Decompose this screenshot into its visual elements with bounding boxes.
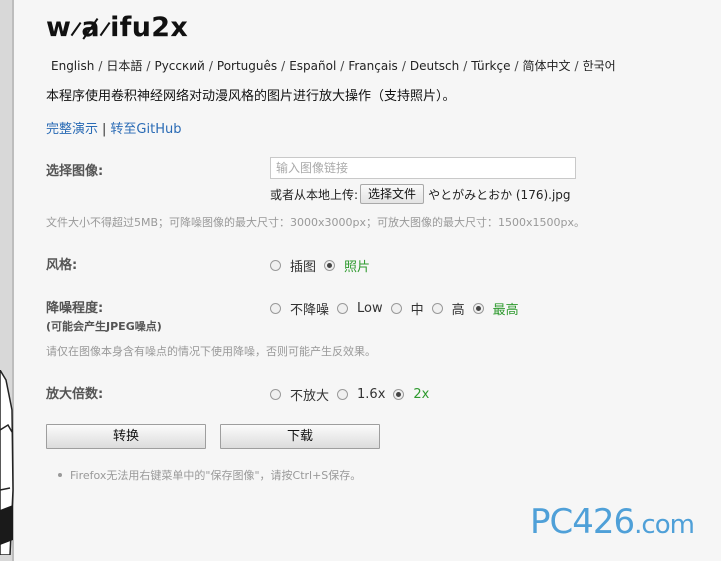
- lang-separator: /: [146, 59, 151, 73]
- noise-option-none[interactable]: 不降噪: [270, 299, 329, 318]
- scale-label: 放大倍数:: [46, 387, 104, 402]
- local-upload-row: 或者从本地上传: 选择文件 やとがみとおか (176).jpg: [270, 184, 571, 204]
- lang-spanish[interactable]: Español: [289, 59, 336, 73]
- lang-separator: /: [401, 59, 406, 73]
- lang-separator: /: [340, 59, 345, 73]
- lang-french[interactable]: Français: [348, 59, 397, 73]
- style-option-photo[interactable]: 照片: [324, 256, 370, 275]
- noise-option-label: 最高: [492, 303, 519, 318]
- noise-option-medium[interactable]: 中: [390, 299, 424, 318]
- radio-scale-1-6x[interactable]: [337, 389, 349, 400]
- noise-options: 不降噪 Low 中 高 最高: [270, 299, 527, 318]
- main-page: w/a/ifu2x English/日本語/Русский/Português/…: [14, 0, 721, 561]
- radio-scale-2x[interactable]: [393, 389, 405, 400]
- noise-option-label: 高: [451, 303, 465, 318]
- scale-options: 不放大 1.6x 2x: [270, 385, 437, 404]
- noise-option-label: 不降噪: [290, 303, 330, 318]
- scale-option-2x[interactable]: 2x: [393, 387, 429, 402]
- github-link[interactable]: 转至GitHub: [110, 122, 181, 137]
- logo-slash-2: /: [100, 12, 110, 43]
- upload-label: 或者从本地上传:: [270, 187, 359, 202]
- lang-russian[interactable]: Русский: [154, 59, 204, 73]
- radio-noise-medium[interactable]: [390, 303, 402, 314]
- image-url-input[interactable]: [270, 157, 576, 179]
- scale-option-1-6x[interactable]: 1.6x: [337, 387, 385, 402]
- style-option-illustration[interactable]: 插图: [270, 256, 316, 275]
- radio-noise-high[interactable]: [431, 303, 443, 314]
- lang-separator: /: [514, 59, 519, 73]
- style-options: 插图 照片: [270, 256, 378, 275]
- scale-option-label: 不放大: [290, 389, 330, 404]
- bullet-icon: [58, 473, 62, 477]
- language-selector: English / 日本語 / Русский / Português / Español / Fr…: [51, 57, 616, 74]
- lang-japanese[interactable]: 日本語: [106, 59, 142, 73]
- watermark-logo: PC426.com: [530, 502, 695, 542]
- lang-separator: /: [98, 59, 103, 73]
- noise-option-label: Low: [357, 301, 383, 316]
- site-logo[interactable]: w/a/ifu2x: [46, 12, 188, 43]
- style-option-label: 插图: [290, 260, 317, 275]
- logo-part-a: a: [81, 12, 100, 43]
- top-links: 完整演示 | 转至GitHub: [46, 118, 181, 137]
- noise-label: 降噪程度:: [46, 301, 104, 316]
- lang-german[interactable]: Deutsch: [410, 59, 459, 73]
- logo-part-ifu2x: ifu2x: [110, 12, 189, 43]
- link-separator: |: [102, 122, 107, 137]
- radio-noise-highest[interactable]: [472, 303, 484, 314]
- scale-option-label: 2x: [413, 387, 430, 402]
- selected-file-name: やとがみとおか (176).jpg: [428, 187, 571, 202]
- download-button[interactable]: 下载: [220, 424, 380, 449]
- lang-turkish[interactable]: Türkçe: [471, 59, 510, 73]
- app-description: 本程序使用卷积神经网络对动漫风格的图片进行放大操作（支持照片）。: [46, 89, 456, 104]
- lang-separator: /: [208, 59, 213, 73]
- lang-korean[interactable]: 한국어: [583, 59, 616, 73]
- noise-note: 请仅在图像本身含有噪点的情况下使用降噪，否则可能产生反效果。: [46, 345, 376, 358]
- radio-illustration[interactable]: [270, 260, 281, 271]
- lang-separator: /: [281, 59, 286, 73]
- radio-noise-low[interactable]: [337, 303, 349, 314]
- firefox-tip: Firefox无法用右键菜单中的"保存图像"，请按Ctrl+S保存。: [58, 467, 362, 483]
- scale-option-label: 1.6x: [357, 387, 386, 402]
- style-option-label: 照片: [344, 260, 371, 275]
- radio-photo[interactable]: [324, 260, 336, 271]
- lang-separator: /: [463, 59, 468, 73]
- style-label: 风格:: [46, 258, 78, 273]
- lang-portuguese[interactable]: Português: [217, 59, 277, 73]
- watermark-main: PC426: [530, 502, 635, 542]
- noise-option-low[interactable]: Low: [337, 301, 383, 316]
- lang-separator: /: [574, 59, 579, 73]
- scale-option-none[interactable]: 不放大: [270, 385, 329, 404]
- logo-slash: /: [71, 12, 81, 43]
- lang-english[interactable]: English: [51, 59, 94, 73]
- choose-file-button[interactable]: 选择文件: [360, 184, 425, 204]
- radio-noise-none[interactable]: [270, 303, 281, 314]
- firefox-tip-text: Firefox无法用右键菜单中的"保存图像"，请按Ctrl+S保存。: [70, 469, 362, 482]
- demo-link[interactable]: 完整演示: [46, 122, 98, 137]
- convert-button[interactable]: 转换: [46, 424, 206, 449]
- noise-option-highest[interactable]: 最高: [472, 299, 519, 318]
- image-select-label: 选择图像:: [46, 164, 104, 179]
- radio-scale-none[interactable]: [270, 389, 281, 400]
- file-limits-note: 文件大小不得超过5MB；可降噪图像的最大尺寸：3000x3000px；可放大图像…: [46, 216, 586, 229]
- noise-option-high[interactable]: 高: [431, 299, 465, 318]
- noise-option-label: 中: [410, 303, 424, 318]
- logo-part-w: w: [46, 12, 72, 43]
- watermark-suffix: .com: [634, 510, 695, 540]
- noise-sublabel: (可能会产生JPEG噪点): [46, 320, 162, 333]
- lang-chinese[interactable]: 简体中文: [523, 59, 571, 73]
